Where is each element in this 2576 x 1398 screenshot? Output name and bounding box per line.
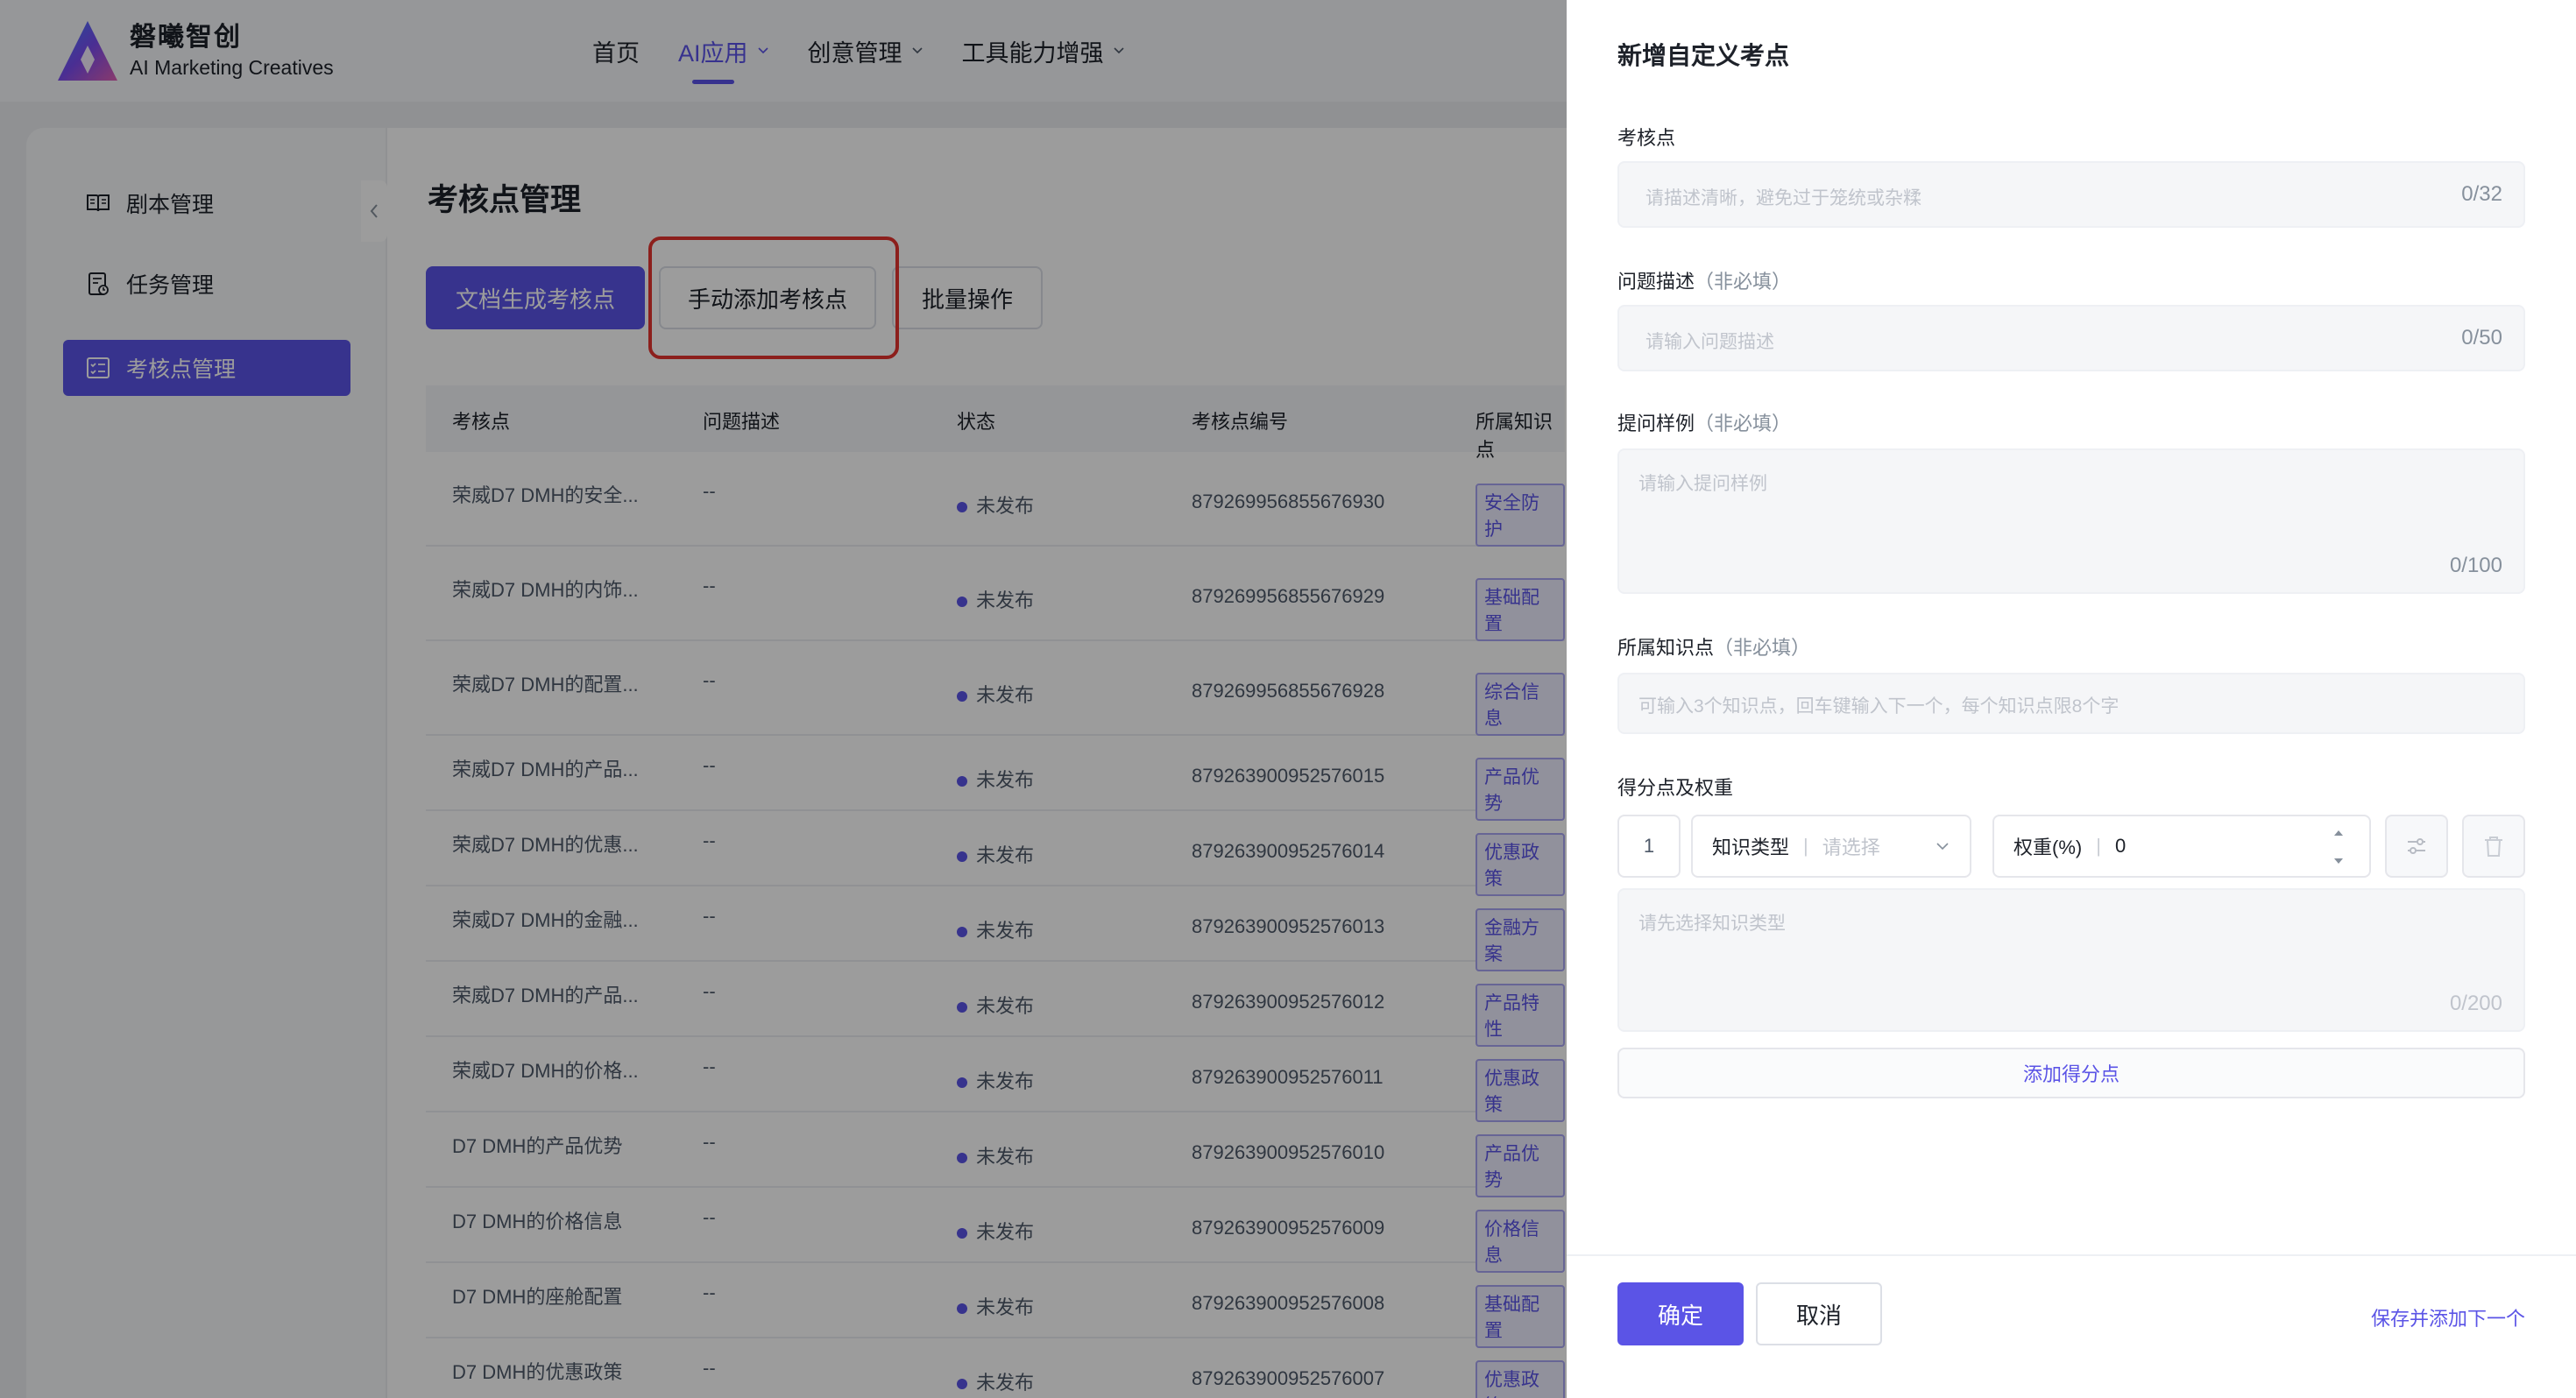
knowledge-label-text: 所属知识点: [1617, 637, 1715, 659]
weight-input[interactable]: 权重(%) | 0: [1992, 815, 2371, 878]
example-textarea[interactable]: 请输入提问样例 0/100: [1617, 448, 2525, 594]
checkpoint-placeholder: 请描述清晰，避免过于笼统或杂糅: [1645, 188, 1921, 208]
trash-icon: [2485, 837, 2502, 857]
drawer-footer: 确定 取消 保存并添加下一个: [1567, 1254, 2576, 1398]
confirm-button[interactable]: 确定: [1617, 1282, 1744, 1345]
example-counter: 0/100: [2449, 554, 2502, 577]
modal-overlay[interactable]: [0, 0, 1567, 1398]
knowledge-label: 所属知识点（非必填）: [1617, 632, 1810, 660]
drawer-title: 新增自定义考点: [1617, 42, 1790, 69]
score-label: 得分点及权重: [1617, 777, 1734, 799]
description-input[interactable]: 请输入问题描述 0/50: [1617, 305, 2525, 371]
sliders-icon: [2408, 838, 2425, 854]
add-checkpoint-drawer: 新增自定义考点 考核点 请描述清晰，避免过于笼统或杂糅 0/32 问题描述（非必…: [1567, 0, 2576, 1398]
cancel-button[interactable]: 取消: [1756, 1282, 1882, 1345]
weight-value: 0: [2114, 835, 2127, 857]
score-textarea[interactable]: 请先选择知识类型 0/200: [1617, 888, 2525, 1032]
knowledge-type-placeholder: 请选择: [1822, 837, 1880, 858]
score-placeholder: 请先选择知识类型: [1638, 914, 1786, 934]
chevron-down-icon: [1936, 843, 1949, 851]
knowledge-input[interactable]: 可输入3个知识点，回车键输入下一个，每个知识点限8个字: [1617, 673, 2525, 734]
example-label: 提问样例（非必填）: [1617, 408, 1791, 436]
stepper-icon[interactable]: [2332, 825, 2345, 869]
checkpoint-label: 考核点: [1617, 123, 1675, 151]
knowledge-type-label: 知识类型: [1712, 837, 1790, 858]
checkpoint-input[interactable]: 请描述清晰，避免过于笼统或杂糅 0/32: [1617, 161, 2525, 228]
example-label-text: 提问样例: [1617, 413, 1695, 434]
description-placeholder: 请输入问题描述: [1645, 332, 1774, 352]
description-counter: 0/50: [2461, 326, 2502, 350]
save-and-next-link[interactable]: 保存并添加下一个: [2371, 1303, 2525, 1331]
optional-hint: （非必填）: [1714, 637, 1811, 659]
optional-hint: （非必填）: [1695, 413, 1792, 434]
checkpoint-label-text: 考核点: [1617, 127, 1676, 149]
separator: |: [2096, 835, 2101, 857]
description-label-text: 问题描述: [1617, 271, 1695, 293]
example-placeholder: 请输入提问样例: [1638, 474, 1767, 494]
adjust-button[interactable]: [2385, 815, 2448, 878]
score-index: 1: [1617, 815, 1681, 878]
knowledge-type-select[interactable]: 知识类型 | 请选择: [1691, 815, 1971, 878]
weight-label: 权重(%): [2013, 837, 2083, 858]
add-score-button[interactable]: 添加得分点: [1617, 1048, 2525, 1098]
knowledge-placeholder: 可输入3个知识点，回车键输入下一个，每个知识点限8个字: [1638, 696, 2120, 717]
score-counter: 0/200: [2449, 992, 2502, 1015]
description-label: 问题描述（非必填）: [1617, 266, 1791, 294]
checkpoint-counter: 0/32: [2461, 182, 2502, 206]
delete-score-button[interactable]: [2462, 815, 2525, 878]
separator: |: [1803, 835, 1808, 857]
optional-hint: （非必填）: [1695, 271, 1792, 293]
